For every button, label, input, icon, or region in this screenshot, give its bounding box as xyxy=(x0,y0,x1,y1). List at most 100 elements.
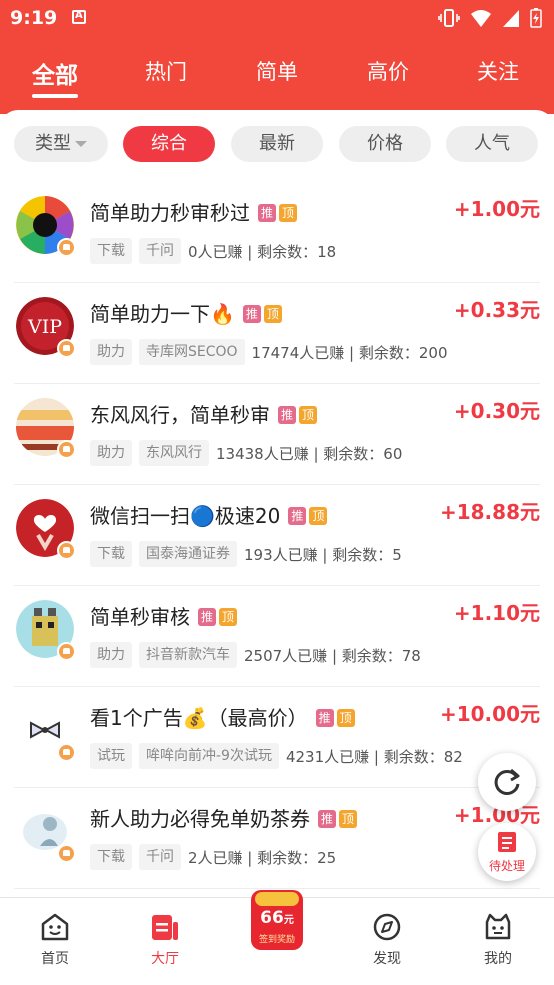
task-category-tag: 下载 xyxy=(90,541,132,567)
task-reward: +0.33元 xyxy=(453,298,540,322)
task-row[interactable]: VIP 简单助力一下🔥 推顶 +0.33元 助力 寺库网SECOO 17474人已… xyxy=(14,283,540,384)
bottom-nav: 首页 大厅 66元 签到奖励 发现 我的 xyxy=(0,890,554,985)
task-app-tag: 千问 xyxy=(139,238,181,264)
task-stats: 2人已赚 | 剩余数：25 xyxy=(188,848,337,867)
nav-discover[interactable]: 发现 xyxy=(347,912,427,968)
dropdown-arrow-icon xyxy=(75,141,87,147)
nav-home[interactable]: 首页 xyxy=(15,912,95,968)
task-stats: 13438人已赚 | 剩余数：60 xyxy=(216,444,403,463)
task-meta: 下载 千问 0人已赚 | 剩余数：18 xyxy=(90,238,336,264)
refresh-icon xyxy=(494,768,520,795)
recommend-tag: 推 xyxy=(318,810,336,828)
tab-hot[interactable]: 热门 xyxy=(126,56,206,86)
nav-discover-label: 发现 xyxy=(373,951,401,967)
task-app-tag: 千问 xyxy=(139,844,181,870)
task-reward: +1.00元 xyxy=(453,197,540,221)
task-list: 简单助力秒审秒过推顶 +1.00元 下载 千问 0人已赚 | 剩余数：18 VI… xyxy=(0,182,554,889)
pending-button[interactable]: 待处理 xyxy=(478,823,536,881)
blue-circle-icon: 🔵 xyxy=(190,504,215,528)
task-row[interactable]: 看1个广告💰（最高价） 推顶 +10.00元 试玩 哞哞向前冲-9次试玩 4231… xyxy=(14,687,540,788)
task-title: 简单助力一下🔥 推顶 xyxy=(90,298,282,327)
nav-hall-label: 大厅 xyxy=(151,951,179,967)
filter-bar: 类型 综合 最新 价格 人气 xyxy=(14,126,554,162)
top-tabs: 全部 热门 简单 高价 关注 xyxy=(0,36,554,114)
task-app-tag: 国泰海通证券 xyxy=(139,541,237,567)
top-tag: 顶 xyxy=(339,810,357,828)
reward-amount-value: 66 xyxy=(260,908,284,928)
verified-badge-icon xyxy=(57,743,76,762)
tab-simple[interactable]: 简单 xyxy=(237,56,317,86)
nav-hall[interactable]: 大厅 xyxy=(125,912,205,968)
vibrate-icon xyxy=(438,9,460,27)
top-tag: 顶 xyxy=(279,204,297,222)
top-tag: 顶 xyxy=(309,507,328,525)
verified-badge-icon xyxy=(57,844,76,863)
task-category-tag: 下载 xyxy=(90,238,132,264)
compass-icon xyxy=(373,913,401,941)
task-title: 微信扫一扫🔵极速20 推顶 xyxy=(90,500,328,529)
smile-home-icon xyxy=(41,913,69,941)
type-filter-label: 类型 xyxy=(35,133,71,154)
top-tag: 顶 xyxy=(336,709,355,727)
task-category-tag: 试玩 xyxy=(90,743,132,769)
chip-popularity[interactable]: 人气 xyxy=(446,126,538,162)
signal-icon xyxy=(503,10,519,27)
task-row[interactable]: 东风风行，简单秒审推顶 +0.30元 助力 东风风行 13438人已赚 | 剩余… xyxy=(14,384,540,485)
task-title: 东风风行，简单秒审推顶 xyxy=(90,399,317,428)
task-title-suffix: （最高价） xyxy=(207,706,308,730)
cat-profile-icon xyxy=(485,913,511,940)
reward-amount-unit: 元 xyxy=(283,915,294,926)
task-title-text: 新人助力必得免单奶茶券 xyxy=(90,807,310,831)
pending-label: 待处理 xyxy=(488,859,525,873)
refresh-button[interactable] xyxy=(478,753,536,811)
chip-overall[interactable]: 综合 xyxy=(123,126,215,162)
svg-text:VIP: VIP xyxy=(27,316,62,338)
chip-price[interactable]: 价格 xyxy=(339,126,431,162)
type-filter-dropdown[interactable]: 类型 xyxy=(14,126,108,162)
hall-icon xyxy=(152,915,178,940)
task-reward: +1.10元 xyxy=(453,601,540,625)
status-icons xyxy=(438,8,542,28)
task-title-suffix: 极速20 xyxy=(214,504,281,528)
task-title-text: 东风风行，简单秒审 xyxy=(90,403,270,427)
task-meta: 下载 国泰海通证券 193人已赚 | 剩余数：5 xyxy=(90,541,402,567)
recommend-tag: 推 xyxy=(258,204,276,222)
nav-home-label: 首页 xyxy=(41,951,69,967)
task-stats: 2507人已赚 | 剩余数：78 xyxy=(244,646,421,665)
task-reward: +0.30元 xyxy=(453,399,540,423)
task-meta: 下载 千问 2人已赚 | 剩余数：25 xyxy=(90,844,336,870)
task-reward: +18.88元 xyxy=(439,500,540,524)
top-tag: 顶 xyxy=(299,406,317,424)
nav-mine-label: 我的 xyxy=(484,951,512,967)
wifi-icon xyxy=(471,10,491,27)
task-title-text: 简单助力秒审秒过 xyxy=(90,201,250,225)
task-row[interactable]: 简单助力秒审秒过推顶 +1.00元 下载 千问 0人已赚 | 剩余数：18 xyxy=(14,182,540,283)
task-title-text: 微信扫一扫 xyxy=(90,504,190,528)
chip-newest[interactable]: 最新 xyxy=(231,126,323,162)
task-meta: 助力 寺库网SECOO 17474人已赚 | 剩余数：200 xyxy=(90,339,448,365)
task-app-tag: 东风风行 xyxy=(139,440,209,466)
task-row[interactable]: 新人助力必得免单奶茶券推顶 +1.00元 下载 千问 2人已赚 | 剩余数：25 xyxy=(14,788,540,889)
task-meta: 试玩 哞哞向前冲-9次试玩 4231人已赚 | 剩余数：82 xyxy=(90,743,463,769)
task-meta: 助力 抖音新款汽车 2507人已赚 | 剩余数：78 xyxy=(90,642,421,668)
task-title: 简单秒审核推顶 xyxy=(90,601,237,630)
tab-high-price[interactable]: 高价 xyxy=(348,56,428,86)
recommend-tag: 推 xyxy=(288,507,307,525)
status-bar: 9:19 xyxy=(0,0,554,36)
tab-all[interactable]: 全部 xyxy=(15,56,95,90)
task-category-tag: 助力 xyxy=(90,642,132,668)
task-row[interactable]: 微信扫一扫🔵极速20 推顶 +18.88元 下载 国泰海通证券 193人已赚 | … xyxy=(14,485,540,586)
recommend-tag: 推 xyxy=(242,305,261,323)
battery-icon xyxy=(530,8,542,28)
task-stats: 193人已赚 | 剩余数：5 xyxy=(244,545,402,564)
tab-follow[interactable]: 关注 xyxy=(458,56,538,86)
recommend-tag: 推 xyxy=(315,709,334,727)
task-category-tag: 下载 xyxy=(90,844,132,870)
task-row[interactable]: 简单秒审核推顶 +1.10元 助力 抖音新款汽车 2507人已赚 | 剩余数：7… xyxy=(14,586,540,687)
top-tag: 顶 xyxy=(263,305,282,323)
status-time: 9:19 xyxy=(10,7,58,29)
verified-badge-icon xyxy=(57,642,76,661)
check-in-reward-button[interactable]: 66元 签到奖励 xyxy=(251,890,303,950)
nav-mine[interactable]: 我的 xyxy=(458,912,538,968)
task-stats: 17474人已赚 | 剩余数：200 xyxy=(251,343,448,362)
